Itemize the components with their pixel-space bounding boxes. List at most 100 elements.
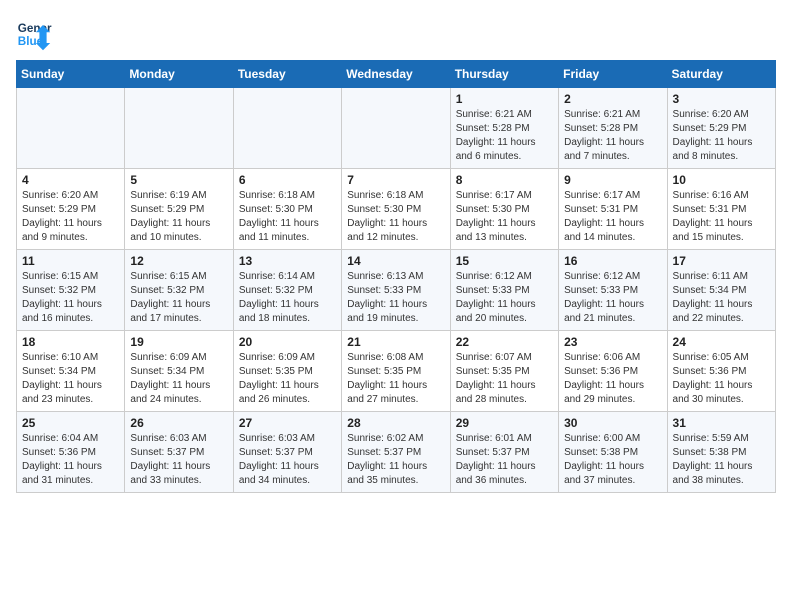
day-number: 1 [456, 92, 553, 106]
calendar-day: 19 Sunrise: 6:09 AM Sunset: 5:34 PM Dayli… [125, 331, 233, 412]
day-number: 6 [239, 173, 336, 187]
logo: General Blue [16, 16, 52, 52]
day-number: 27 [239, 416, 336, 430]
day-number: 4 [22, 173, 119, 187]
day-number: 19 [130, 335, 227, 349]
calendar-table: SundayMondayTuesdayWednesdayThursdayFrid… [16, 60, 776, 493]
day-info: Sunrise: 6:17 AM Sunset: 5:30 PM Dayligh… [456, 189, 553, 245]
weekday-header: Friday [559, 61, 667, 88]
calendar-day [125, 88, 233, 169]
day-number: 7 [347, 173, 444, 187]
calendar-day: 6 Sunrise: 6:18 AM Sunset: 5:30 PM Daylig… [233, 169, 341, 250]
day-info: Sunrise: 6:21 AM Sunset: 5:28 PM Dayligh… [456, 108, 553, 164]
day-number: 5 [130, 173, 227, 187]
calendar-week: 1 Sunrise: 6:21 AM Sunset: 5:28 PM Daylig… [17, 88, 776, 169]
day-number: 9 [564, 173, 661, 187]
calendar-day: 2 Sunrise: 6:21 AM Sunset: 5:28 PM Daylig… [559, 88, 667, 169]
calendar-day: 4 Sunrise: 6:20 AM Sunset: 5:29 PM Daylig… [17, 169, 125, 250]
day-info: Sunrise: 6:09 AM Sunset: 5:35 PM Dayligh… [239, 351, 336, 407]
calendar-day [233, 88, 341, 169]
day-info: Sunrise: 6:18 AM Sunset: 5:30 PM Dayligh… [239, 189, 336, 245]
day-number: 25 [22, 416, 119, 430]
day-number: 14 [347, 254, 444, 268]
calendar-day: 23Sunrise: 6:06 AM Sunset: 5:36 PM Dayli… [559, 331, 667, 412]
calendar-day: 29 Sunrise: 6:01 AM Sunset: 5:37 PM Dayli… [450, 412, 558, 493]
day-info: Sunrise: 6:04 AM Sunset: 5:36 PM Dayligh… [22, 432, 119, 488]
day-info: Sunrise: 6:13 AM Sunset: 5:33 PM Dayligh… [347, 270, 444, 326]
day-info: Sunrise: 6:00 AM Sunset: 5:38 PM Dayligh… [564, 432, 661, 488]
day-info: Sunrise: 6:07 AM Sunset: 5:35 PM Dayligh… [456, 351, 553, 407]
calendar-week: 11 Sunrise: 6:15 AM Sunset: 5:32 PM Dayli… [17, 250, 776, 331]
day-info: Sunrise: 5:59 AM Sunset: 5:38 PM Dayligh… [673, 432, 770, 488]
day-number: 30 [564, 416, 661, 430]
calendar-day: 22 Sunrise: 6:07 AM Sunset: 5:35 PM Dayli… [450, 331, 558, 412]
day-info: Sunrise: 6:14 AM Sunset: 5:32 PM Dayligh… [239, 270, 336, 326]
day-info: Sunrise: 6:15 AM Sunset: 5:32 PM Dayligh… [130, 270, 227, 326]
day-info: Sunrise: 6:16 AM Sunset: 5:31 PM Dayligh… [673, 189, 770, 245]
day-number: 22 [456, 335, 553, 349]
weekday-header: Wednesday [342, 61, 450, 88]
day-info: Sunrise: 6:03 AM Sunset: 5:37 PM Dayligh… [239, 432, 336, 488]
day-info: Sunrise: 6:09 AM Sunset: 5:34 PM Dayligh… [130, 351, 227, 407]
day-number: 29 [456, 416, 553, 430]
calendar-day: 28Sunrise: 6:02 AM Sunset: 5:37 PM Dayli… [342, 412, 450, 493]
day-info: Sunrise: 6:10 AM Sunset: 5:34 PM Dayligh… [22, 351, 119, 407]
day-info: Sunrise: 6:21 AM Sunset: 5:28 PM Dayligh… [564, 108, 661, 164]
calendar-day: 8 Sunrise: 6:17 AM Sunset: 5:30 PM Daylig… [450, 169, 558, 250]
day-number: 10 [673, 173, 770, 187]
calendar-day: 5 Sunrise: 6:19 AM Sunset: 5:29 PM Daylig… [125, 169, 233, 250]
day-number: 17 [673, 254, 770, 268]
calendar-day [17, 88, 125, 169]
day-number: 13 [239, 254, 336, 268]
day-number: 24 [673, 335, 770, 349]
day-number: 12 [130, 254, 227, 268]
calendar-day: 12 Sunrise: 6:15 AM Sunset: 5:32 PM Dayli… [125, 250, 233, 331]
day-number: 21 [347, 335, 444, 349]
calendar-day: 31 Sunrise: 5:59 AM Sunset: 5:38 PM Dayli… [667, 412, 775, 493]
calendar-week: 18 Sunrise: 6:10 AM Sunset: 5:34 PM Dayli… [17, 331, 776, 412]
weekday-header: Sunday [17, 61, 125, 88]
calendar-day: 15Sunrise: 6:12 AM Sunset: 5:33 PM Dayli… [450, 250, 558, 331]
calendar-day: 3 Sunrise: 6:20 AM Sunset: 5:29 PM Daylig… [667, 88, 775, 169]
calendar-week: 25 Sunrise: 6:04 AM Sunset: 5:36 PM Dayli… [17, 412, 776, 493]
day-number: 2 [564, 92, 661, 106]
weekday-header: Thursday [450, 61, 558, 88]
calendar-day: 20 Sunrise: 6:09 AM Sunset: 5:35 PM Dayli… [233, 331, 341, 412]
calendar-day [342, 88, 450, 169]
day-number: 26 [130, 416, 227, 430]
weekday-header: Tuesday [233, 61, 341, 88]
calendar-day: 17 Sunrise: 6:11 AM Sunset: 5:34 PM Dayli… [667, 250, 775, 331]
day-info: Sunrise: 6:15 AM Sunset: 5:32 PM Dayligh… [22, 270, 119, 326]
day-number: 11 [22, 254, 119, 268]
svg-text:General: General [18, 22, 52, 35]
calendar-day: 18 Sunrise: 6:10 AM Sunset: 5:34 PM Dayli… [17, 331, 125, 412]
day-number: 18 [22, 335, 119, 349]
day-info: Sunrise: 6:20 AM Sunset: 5:29 PM Dayligh… [22, 189, 119, 245]
calendar-day: 10 Sunrise: 6:16 AM Sunset: 5:31 PM Dayli… [667, 169, 775, 250]
day-info: Sunrise: 6:01 AM Sunset: 5:37 PM Dayligh… [456, 432, 553, 488]
weekday-header: Monday [125, 61, 233, 88]
day-info: Sunrise: 6:12 AM Sunset: 5:33 PM Dayligh… [456, 270, 553, 326]
day-info: Sunrise: 6:18 AM Sunset: 5:30 PM Dayligh… [347, 189, 444, 245]
calendar-day: 13 Sunrise: 6:14 AM Sunset: 5:32 PM Dayli… [233, 250, 341, 331]
day-number: 8 [456, 173, 553, 187]
day-info: Sunrise: 6:11 AM Sunset: 5:34 PM Dayligh… [673, 270, 770, 326]
weekday-header: Saturday [667, 61, 775, 88]
calendar-day: 25 Sunrise: 6:04 AM Sunset: 5:36 PM Dayli… [17, 412, 125, 493]
calendar-header: SundayMondayTuesdayWednesdayThursdayFrid… [17, 61, 776, 88]
calendar-day: 26Sunrise: 6:03 AM Sunset: 5:37 PM Dayli… [125, 412, 233, 493]
day-info: Sunrise: 6:02 AM Sunset: 5:37 PM Dayligh… [347, 432, 444, 488]
calendar-day: 16Sunrise: 6:12 AM Sunset: 5:33 PM Dayli… [559, 250, 667, 331]
day-info: Sunrise: 6:05 AM Sunset: 5:36 PM Dayligh… [673, 351, 770, 407]
day-number: 3 [673, 92, 770, 106]
day-info: Sunrise: 6:12 AM Sunset: 5:33 PM Dayligh… [564, 270, 661, 326]
day-number: 31 [673, 416, 770, 430]
calendar-day: 27 Sunrise: 6:03 AM Sunset: 5:37 PM Dayli… [233, 412, 341, 493]
day-info: Sunrise: 6:20 AM Sunset: 5:29 PM Dayligh… [673, 108, 770, 164]
calendar-day: 11 Sunrise: 6:15 AM Sunset: 5:32 PM Dayli… [17, 250, 125, 331]
calendar-day: 30 Sunrise: 6:00 AM Sunset: 5:38 PM Dayli… [559, 412, 667, 493]
day-number: 20 [239, 335, 336, 349]
day-info: Sunrise: 6:19 AM Sunset: 5:29 PM Dayligh… [130, 189, 227, 245]
calendar-day: 1 Sunrise: 6:21 AM Sunset: 5:28 PM Daylig… [450, 88, 558, 169]
page-header: General Blue [16, 16, 776, 52]
